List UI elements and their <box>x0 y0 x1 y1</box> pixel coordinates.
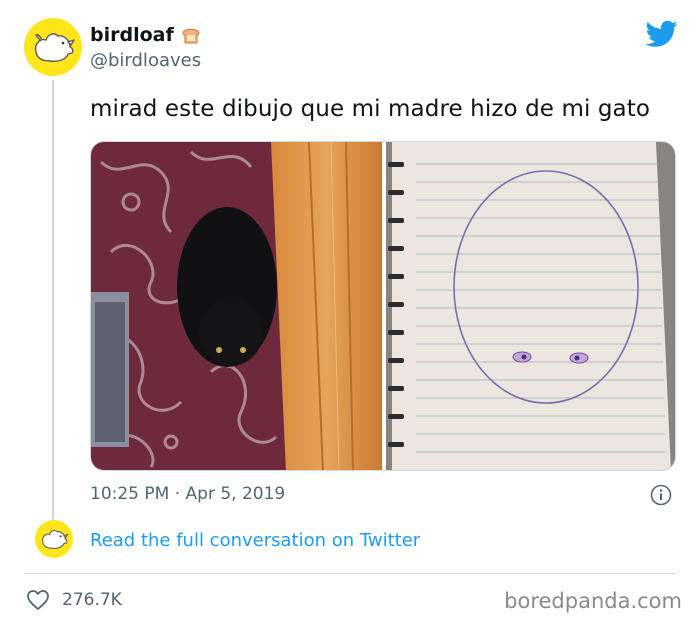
read-full-conversation-link[interactable]: Read the full conversation on Twitter <box>90 530 420 551</box>
cat-photo-image <box>91 142 382 470</box>
bird-loaf-icon <box>42 529 69 549</box>
bread-emoji-icon <box>182 28 200 44</box>
info-icon[interactable] <box>650 484 672 506</box>
author-display-name[interactable]: birdloaf <box>90 24 174 46</box>
author-name-row[interactable]: birdloaf <box>90 24 202 46</box>
heart-icon <box>27 590 49 610</box>
like-button[interactable]: 276.7K <box>26 589 122 611</box>
divider <box>24 573 676 574</box>
bird-loaf-icon <box>34 33 75 62</box>
cat-drawing-photo[interactable] <box>386 142 675 470</box>
tweet-media[interactable] <box>90 141 676 471</box>
cat-photo[interactable] <box>91 142 382 470</box>
tweet-card: birdloaf @birdloaves mirad este dibujo q… <box>0 0 700 625</box>
avatar[interactable] <box>24 18 82 76</box>
cat-drawing-image <box>386 142 675 470</box>
tweet-timestamp[interactable]: 10:25 PM · Apr 5, 2019 <box>90 484 285 504</box>
tweet-text: mirad este dibujo que mi madre hizo de m… <box>90 96 651 122</box>
like-count: 276.7K <box>62 590 122 610</box>
author-handle[interactable]: @birdloaves <box>90 50 201 71</box>
twitter-bird-icon[interactable] <box>646 20 678 48</box>
thread-line <box>52 80 54 520</box>
watermark: boredpanda.com <box>504 589 682 613</box>
avatar-small[interactable] <box>35 520 73 558</box>
